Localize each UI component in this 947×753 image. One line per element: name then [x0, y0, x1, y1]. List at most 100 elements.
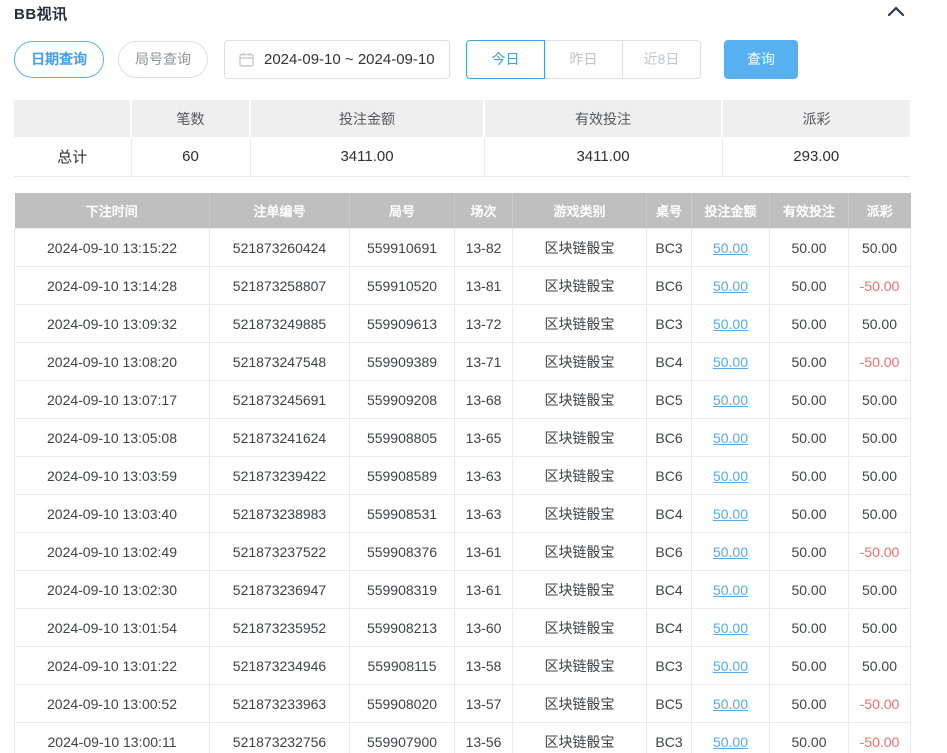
cell-round-no: 559909208: [350, 381, 455, 419]
cell-order-no: 521873249885: [210, 305, 350, 343]
col-header-game-type: 游戏类别: [513, 193, 647, 229]
col-header-session: 场次: [455, 193, 513, 229]
page-title: BB视讯: [14, 3, 68, 24]
cell-valid-bet: 50.00: [770, 419, 849, 457]
cell-payout: 50.00: [849, 495, 911, 533]
bet-amount-link[interactable]: 50.00: [713, 430, 748, 446]
cell-table-no: BC4: [647, 495, 692, 533]
cell-table-no: BC3: [647, 647, 692, 685]
summary-total-payout: 293.00: [722, 137, 910, 176]
date-range-input[interactable]: 2024-09-10 ~ 2024-09-10: [224, 40, 450, 79]
cell-session: 13-60: [455, 609, 513, 647]
bet-amount-link[interactable]: 50.00: [713, 620, 748, 636]
cell-round-no: 559908020: [350, 685, 455, 723]
cell-order-no: 521873239422: [210, 457, 350, 495]
cell-order-no: 521873233963: [210, 685, 350, 723]
cell-payout: 50.00: [849, 647, 911, 685]
cell-bet-time: 2024-09-10 13:08:20: [15, 343, 210, 381]
cell-round-no: 559908805: [350, 419, 455, 457]
cell-order-no: 521873238983: [210, 495, 350, 533]
cell-bet-time: 2024-09-10 13:02:49: [15, 533, 210, 571]
table-row: 2024-09-10 13:05:08521873241624559908805…: [15, 419, 911, 457]
cell-payout: -50.00: [849, 533, 911, 571]
chevron-up-icon: [887, 5, 905, 20]
last8days-button[interactable]: 近8日: [622, 40, 701, 79]
cell-order-no: 521873235952: [210, 609, 350, 647]
cell-payout: 50.00: [849, 419, 911, 457]
cell-bet-time: 2024-09-10 13:05:08: [15, 419, 210, 457]
round-query-tab[interactable]: 局号查询: [118, 41, 208, 78]
cell-bet-time: 2024-09-10 13:01:22: [15, 647, 210, 685]
cell-table-no: BC3: [647, 229, 692, 267]
cell-round-no: 559908531: [350, 495, 455, 533]
cell-valid-bet: 50.00: [770, 343, 849, 381]
quick-range-group: 今日 昨日 近8日: [466, 40, 701, 79]
cell-valid-bet: 50.00: [770, 647, 849, 685]
cell-valid-bet: 50.00: [770, 229, 849, 267]
table-row: 2024-09-10 13:15:22521873260424559910691…: [15, 229, 911, 267]
bet-amount-link[interactable]: 50.00: [713, 696, 748, 712]
bet-amount-link[interactable]: 50.00: [713, 506, 748, 522]
search-button[interactable]: 查询: [724, 40, 798, 79]
col-header-payout: 派彩: [849, 193, 911, 229]
cell-session: 13-65: [455, 419, 513, 457]
cell-session: 13-68: [455, 381, 513, 419]
summary-total-row: 总计 60 3411.00 3411.00 293.00: [14, 137, 910, 176]
cell-bet-time: 2024-09-10 13:14:28: [15, 267, 210, 305]
cell-bet-amount: 50.00: [692, 457, 770, 495]
bet-amount-link[interactable]: 50.00: [713, 658, 748, 674]
collapse-button[interactable]: [881, 3, 911, 22]
col-header-table-no: 桌号: [647, 193, 692, 229]
cell-order-no: 521873232756: [210, 723, 350, 753]
cell-session: 13-71: [455, 343, 513, 381]
cell-round-no: 559909389: [350, 343, 455, 381]
col-header-valid-bet: 有效投注: [770, 193, 849, 229]
bet-amount-link[interactable]: 50.00: [713, 240, 748, 256]
cell-game-type: 区块链骰宝: [513, 267, 647, 305]
yesterday-button[interactable]: 昨日: [544, 40, 623, 79]
cell-round-no: 559908376: [350, 533, 455, 571]
table-row: 2024-09-10 13:14:28521873258807559910520…: [15, 267, 911, 305]
cell-game-type: 区块链骰宝: [513, 685, 647, 723]
cell-valid-bet: 50.00: [770, 305, 849, 343]
cell-session: 13-56: [455, 723, 513, 753]
cell-payout: 50.00: [849, 381, 911, 419]
bet-amount-link[interactable]: 50.00: [713, 354, 748, 370]
table-row: 2024-09-10 13:03:59521873239422559908589…: [15, 457, 911, 495]
summary-total-label: 总计: [14, 137, 131, 176]
cell-bet-amount: 50.00: [692, 533, 770, 571]
cell-round-no: 559908319: [350, 571, 455, 609]
summary-header-payout: 派彩: [722, 100, 910, 137]
table-row: 2024-09-10 13:01:22521873234946559908115…: [15, 647, 911, 685]
cell-order-no: 521873245691: [210, 381, 350, 419]
bet-amount-link[interactable]: 50.00: [713, 734, 748, 750]
cell-order-no: 521873247548: [210, 343, 350, 381]
cell-order-no: 521873241624: [210, 419, 350, 457]
table-row: 2024-09-10 13:02:30521873236947559908319…: [15, 571, 911, 609]
cell-table-no: BC3: [647, 723, 692, 753]
cell-game-type: 区块链骰宝: [513, 571, 647, 609]
cell-bet-amount: 50.00: [692, 609, 770, 647]
cell-round-no: 559907900: [350, 723, 455, 753]
bet-amount-link[interactable]: 50.00: [713, 544, 748, 560]
bet-amount-link[interactable]: 50.00: [713, 582, 748, 598]
summary-total-bet-amount: 3411.00: [250, 137, 484, 176]
date-query-tab[interactable]: 日期查询: [14, 41, 104, 78]
cell-round-no: 559908213: [350, 609, 455, 647]
table-row: 2024-09-10 13:01:54521873235952559908213…: [15, 609, 911, 647]
cell-game-type: 区块链骰宝: [513, 609, 647, 647]
records-header-row: 下注时间 注单编号 局号 场次 游戏类别 桌号 投注金额 有效投注 派彩: [15, 193, 911, 229]
bet-amount-link[interactable]: 50.00: [713, 316, 748, 332]
summary-total-count: 60: [131, 137, 250, 176]
table-row: 2024-09-10 13:00:11521873232756559907900…: [15, 723, 911, 753]
calendar-icon: [239, 52, 254, 67]
table-row: 2024-09-10 13:07:17521873245691559909208…: [15, 381, 911, 419]
cell-table-no: BC3: [647, 305, 692, 343]
bet-amount-link[interactable]: 50.00: [713, 392, 748, 408]
cell-valid-bet: 50.00: [770, 495, 849, 533]
cell-bet-amount: 50.00: [692, 495, 770, 533]
bet-amount-link[interactable]: 50.00: [713, 468, 748, 484]
table-row: 2024-09-10 13:09:32521873249885559909613…: [15, 305, 911, 343]
today-button[interactable]: 今日: [466, 40, 545, 79]
bet-amount-link[interactable]: 50.00: [713, 278, 748, 294]
